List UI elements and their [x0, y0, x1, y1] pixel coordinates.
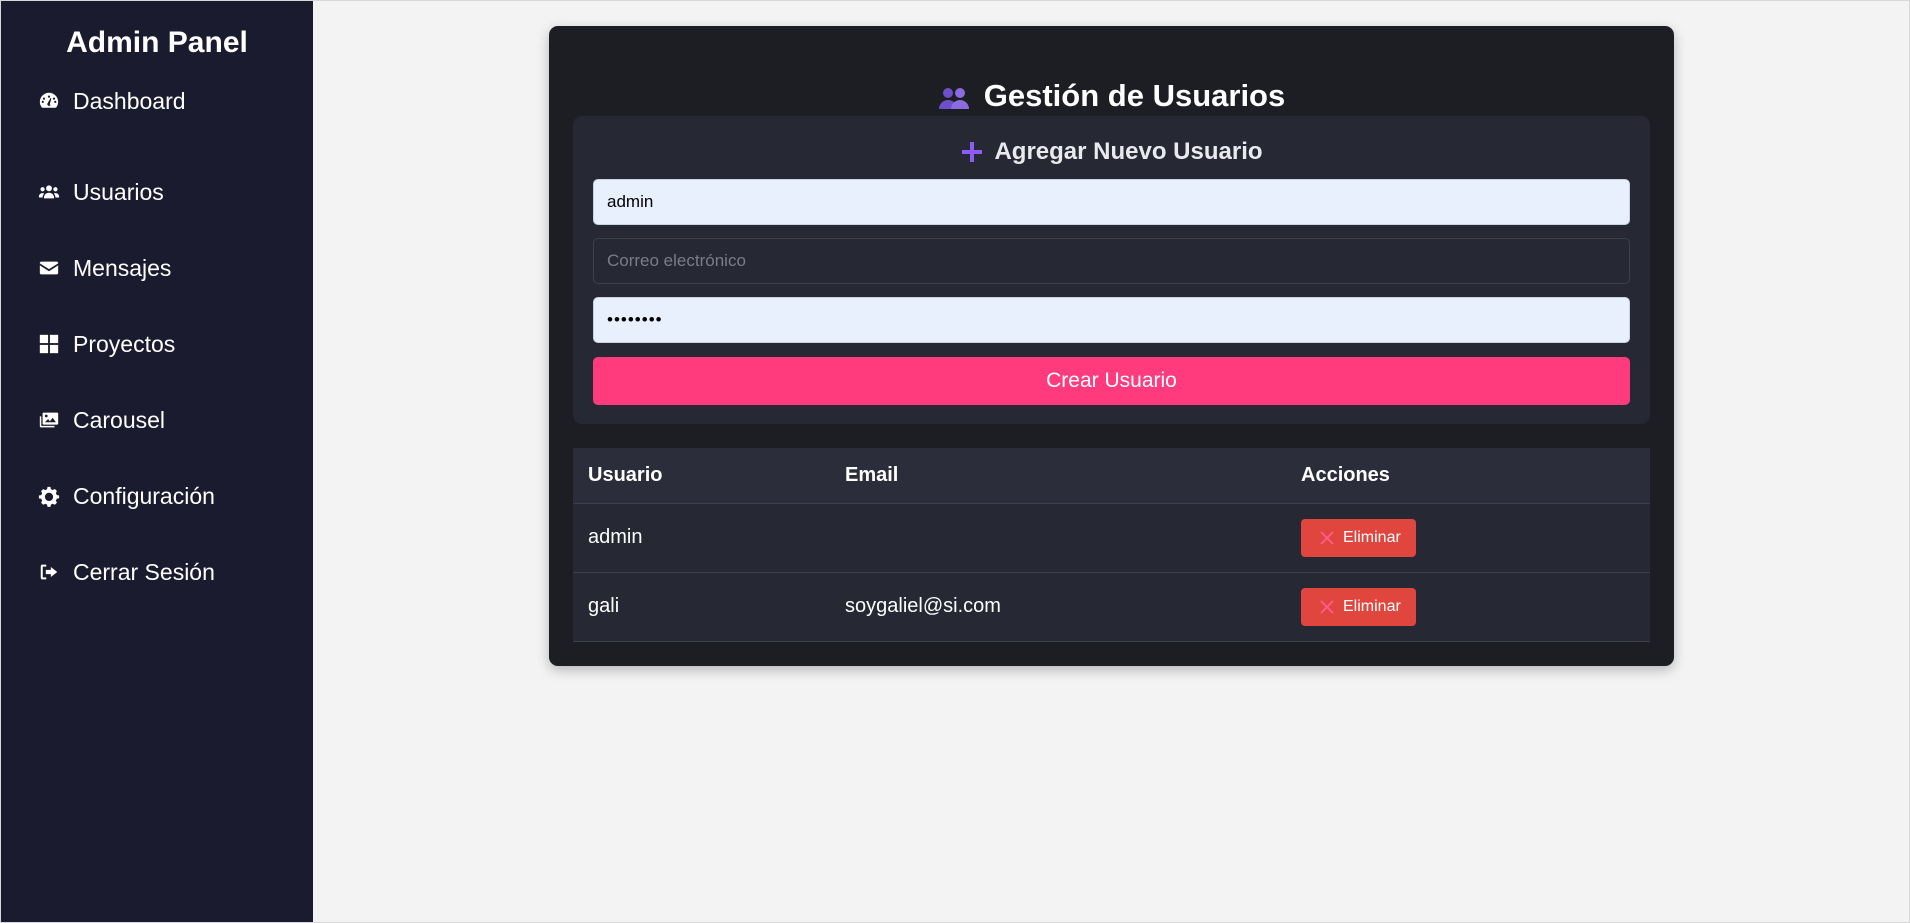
- sidebar-nav: Dashboard Usuarios Mensajes Proyectos Ca…: [1, 79, 313, 610]
- sidebar-item-proyectos[interactable]: Proyectos: [1, 306, 313, 382]
- table-row: gali soygaliel@si.com Eliminar: [573, 572, 1650, 641]
- users-icon: [938, 83, 970, 109]
- dashboard-icon: [38, 90, 60, 112]
- sidebar: Admin Panel Dashboard Usuarios Mensajes …: [1, 1, 313, 922]
- cell-email: soygaliel@si.com: [845, 595, 1001, 617]
- page-title: Gestión de Usuarios: [983, 78, 1286, 113]
- cell-acciones: Eliminar: [1286, 503, 1650, 572]
- sign-out-icon: [38, 561, 60, 583]
- sidebar-item-label: Configuración: [73, 482, 215, 509]
- column-header-email: Email: [830, 448, 1286, 504]
- sidebar-item-label: Dashboard: [73, 87, 186, 114]
- cell-usuario: gali: [588, 595, 620, 617]
- column-header-usuario: Usuario: [573, 448, 830, 504]
- users-table: Usuario Email Acciones admin Eliminar ga…: [573, 448, 1650, 642]
- delete-label: Eliminar: [1343, 528, 1401, 546]
- sidebar-item-label: Usuarios: [73, 178, 164, 205]
- envelope-icon: [38, 257, 60, 279]
- cell-usuario: admin: [588, 526, 643, 548]
- close-icon: [1319, 599, 1335, 615]
- create-user-button[interactable]: Crear Usuario: [593, 357, 1630, 405]
- sidebar-item-label: Proyectos: [73, 330, 176, 357]
- brand-title: Admin Panel: [66, 26, 248, 59]
- sidebar-item-cerrar-sesion[interactable]: Cerrar Sesión: [1, 534, 313, 610]
- users-icon: [38, 181, 60, 203]
- delete-button[interactable]: Eliminar: [1301, 518, 1416, 557]
- username-input[interactable]: [593, 179, 1630, 225]
- sidebar-item-label: Mensajes: [73, 254, 172, 281]
- cell-acciones: Eliminar: [1286, 572, 1650, 641]
- close-icon: [1319, 530, 1335, 546]
- sidebar-item-usuarios[interactable]: Usuarios: [1, 154, 313, 230]
- add-user-form: Agregar Nuevo Usuario Crear Usuario: [573, 116, 1650, 424]
- sidebar-item-dashboard[interactable]: Dashboard: [1, 79, 313, 123]
- user-management-card: Gestión de Usuarios Agregar Nuevo Usuari…: [549, 26, 1674, 666]
- form-title: Agregar Nuevo Usuario: [994, 138, 1263, 165]
- table-body: admin Eliminar gali soygaliel@si.com Eli…: [573, 503, 1650, 641]
- column-header-acciones: Acciones: [1286, 448, 1650, 504]
- table-row: admin Eliminar: [573, 503, 1650, 572]
- sidebar-item-mensajes[interactable]: Mensajes: [1, 230, 313, 306]
- page-title-row: Gestión de Usuarios: [549, 78, 1674, 114]
- gear-icon: [38, 485, 60, 507]
- grid-icon: [38, 333, 60, 355]
- email-input[interactable]: [593, 238, 1630, 284]
- form-title-row: Agregar Nuevo Usuario: [573, 138, 1650, 166]
- table-header: Usuario Email Acciones: [573, 448, 1650, 504]
- sidebar-item-label: Carousel: [73, 406, 166, 433]
- delete-label: Eliminar: [1343, 597, 1401, 615]
- sidebar-item-label: Cerrar Sesión: [73, 558, 215, 585]
- sidebar-item-carousel[interactable]: Carousel: [1, 382, 313, 458]
- images-icon: [38, 409, 60, 431]
- cell-email: [830, 503, 1286, 572]
- plus-icon: [960, 140, 984, 164]
- users-table-wrapper: Usuario Email Acciones admin Eliminar ga…: [573, 448, 1650, 642]
- delete-button[interactable]: Eliminar: [1301, 587, 1416, 626]
- password-input[interactable]: [593, 297, 1630, 343]
- table-header-row: Usuario Email Acciones: [573, 448, 1650, 504]
- sidebar-item-configuracion[interactable]: Configuración: [1, 458, 313, 534]
